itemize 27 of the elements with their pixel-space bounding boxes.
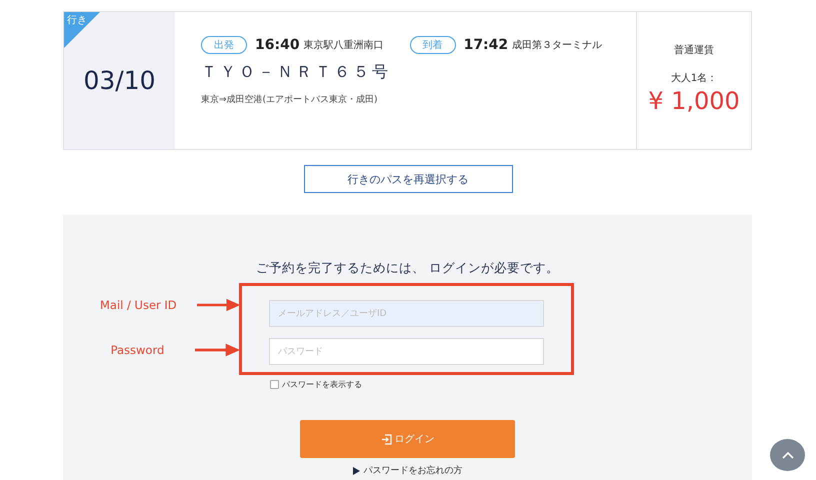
chevron-up-icon — [782, 451, 794, 459]
departure-place: 東京駅八重洲南口 — [304, 38, 384, 52]
reselect-button[interactable]: 行きのパスを再選択する — [304, 165, 512, 193]
annotation-label: Password — [110, 343, 166, 357]
bus-name: ＴＹＯ－ＮＲＴ６５号 — [201, 62, 392, 83]
scroll-top-button[interactable] — [770, 439, 805, 471]
arrival-time: 17:42 — [464, 37, 508, 53]
route-text: 東京⇒成田空港(エアポートバス東京・成田) — [201, 94, 379, 106]
fare-type: 普通運賃 — [674, 44, 714, 57]
arrival-badge: 到着 — [410, 36, 456, 54]
show-password-label[interactable]: パスワードを表示する — [282, 379, 362, 390]
checkbox[interactable] — [270, 380, 279, 389]
input-field[interactable]: パスワード — [269, 338, 544, 365]
direction-label: 行き — [67, 14, 87, 27]
travel-date: 03/10 — [83, 66, 156, 95]
corner-ribbon-icon — [64, 12, 100, 48]
arrival-place: 成田第３ターミナル — [512, 38, 602, 52]
login-heading: ご予約を完了するためには、 ログインが必要です。 — [256, 260, 559, 277]
annotation-label: Mail / User ID — [100, 298, 177, 312]
departure-time: 16:40 — [255, 37, 300, 53]
passenger-count: 大人1名： — [670, 72, 718, 85]
login-icon — [380, 434, 392, 444]
price: ¥ 1,000 — [648, 87, 740, 115]
input-field[interactable]: メールアドレス／ユーザID — [269, 300, 544, 327]
triangle-icon — [352, 466, 360, 474]
forgot-password-link[interactable]: パスワードをお忘れの方 — [352, 464, 462, 477]
departure-badge: 出発 — [201, 36, 247, 54]
